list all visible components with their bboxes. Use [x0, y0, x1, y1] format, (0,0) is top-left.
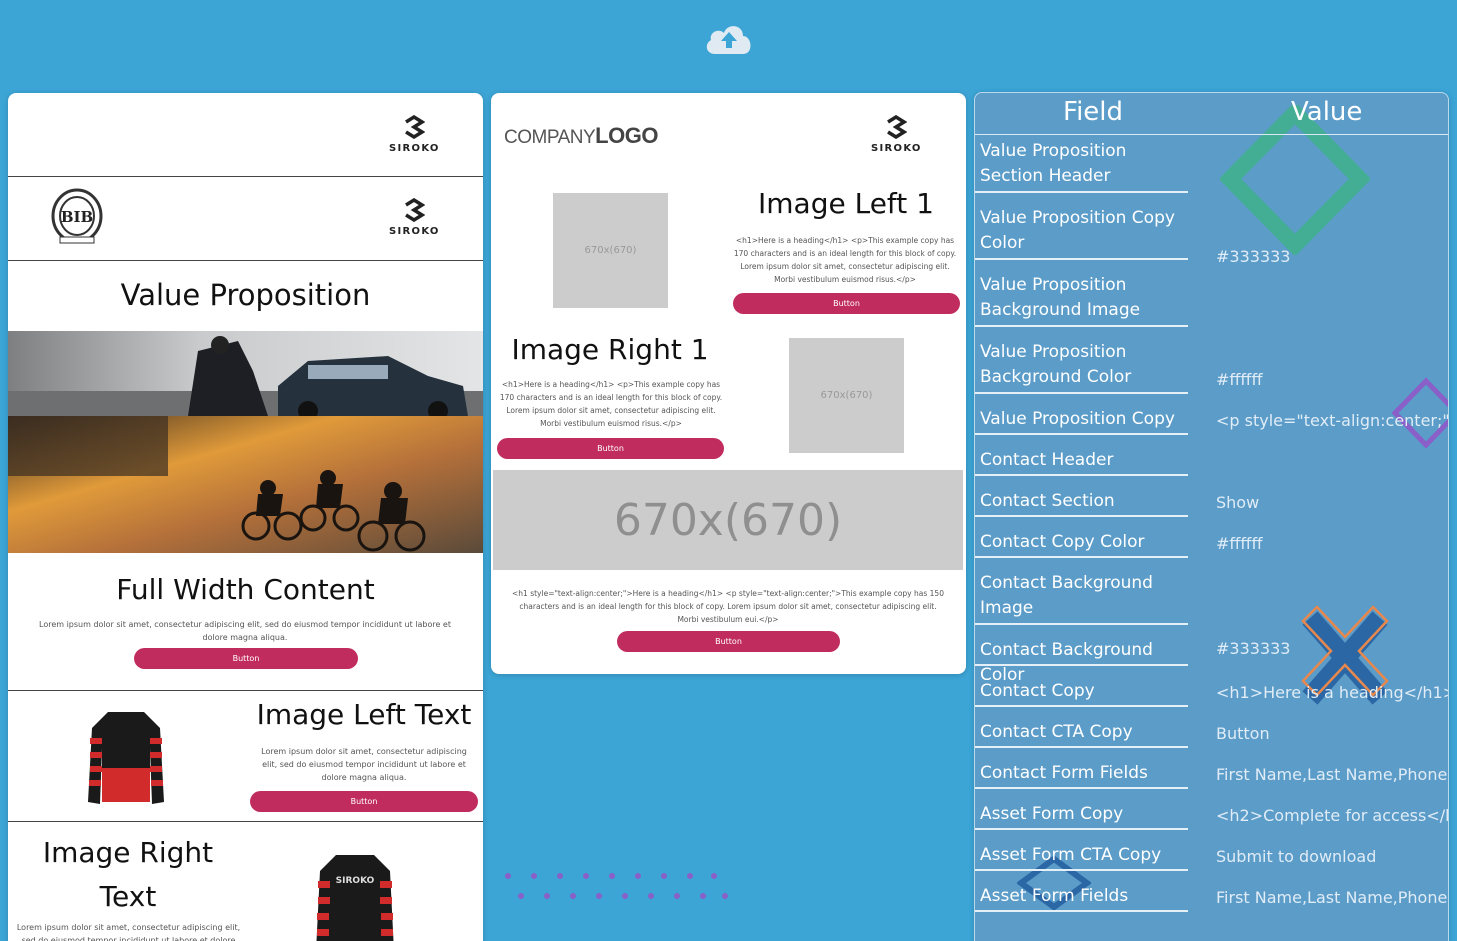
- table-row-value[interactable]: #333333: [1216, 247, 1448, 266]
- image-placeholder-wide: 670x(670): [493, 470, 963, 570]
- image-right-1-button[interactable]: Button: [497, 438, 724, 459]
- field-column-header: Field: [1063, 97, 1124, 127]
- company-logo-bold: LOGO: [595, 123, 658, 148]
- cyclist-car-photo: [8, 331, 483, 416]
- value-proposition-heading: Value Proposition: [120, 278, 371, 312]
- row-divider: [975, 556, 1188, 558]
- crest-logo-icon: BIB: [51, 188, 103, 244]
- full-width-copy: Lorem ipsum dolor sit amet, consectetur …: [39, 620, 451, 642]
- table-row-value[interactable]: Button: [1216, 724, 1448, 743]
- row-divider: [975, 258, 1188, 260]
- email-preview-left: SIROKO BIB SIROKO Value Proposition Full…: [8, 93, 483, 941]
- siroko-s-icon: [887, 115, 907, 139]
- table-row-field: Contact CTA Copy: [980, 722, 1133, 742]
- siroko-logo: SIROKO: [389, 115, 439, 154]
- decorative-dots: [505, 873, 728, 899]
- peloton-sunset-photo: [8, 416, 483, 553]
- full-width-heading: Full Width Content: [116, 573, 375, 606]
- image-right-1-heading: Image Right 1: [511, 333, 709, 366]
- row-divider: [975, 787, 1188, 789]
- table-row-field: Value Proposition Background Image: [980, 275, 1141, 320]
- table-row-field: Value Proposition Copy Color: [980, 208, 1175, 253]
- row-divider: [975, 746, 1188, 748]
- table-row-value[interactable]: First Name,Last Name,Phone: [1216, 888, 1448, 907]
- image-right-1-copy: <h1>Here is a heading</h1> <p>This examp…: [499, 380, 723, 428]
- image-placeholder-1: 670x(670): [553, 193, 668, 308]
- image-right-text-heading: Image Right Text: [8, 831, 248, 919]
- table-row-field: Value Proposition Copy: [980, 409, 1175, 429]
- table-row-field: Value Proposition Background Color: [980, 342, 1132, 387]
- image-left-1-copy: <h1>Here is a heading</h1> <p>This examp…: [733, 236, 957, 284]
- image-right-text-copy: Lorem ipsum dolor sit amet, consectetur …: [16, 923, 241, 941]
- image-placeholder-2: 670x(670): [789, 338, 904, 453]
- cloud-upload-icon[interactable]: [703, 20, 755, 58]
- company-logo: COMPANYLOGO: [504, 123, 658, 149]
- row-divider: [975, 623, 1188, 625]
- row-divider: [975, 325, 1188, 327]
- jersey-siroko-image: SIROKO: [316, 855, 394, 941]
- row-divider: [975, 191, 1188, 193]
- heading-line-2: Text: [99, 880, 157, 913]
- siroko-logo-mid: SIROKO: [871, 115, 921, 154]
- table-row-value[interactable]: #333333: [1216, 639, 1448, 658]
- table-row-field: Asset Form Fields: [980, 886, 1129, 906]
- table-row-value[interactable]: <h1>Here is a heading</h1><p: [1216, 683, 1448, 702]
- row-divider: [975, 392, 1188, 394]
- table-row-field: Contact Copy: [980, 681, 1095, 701]
- siroko-s-icon: [405, 115, 425, 139]
- table-row-field: Contact Copy Color: [980, 532, 1145, 552]
- image-left-text-copy: Lorem ipsum dolor sit amet, consectetur …: [261, 747, 467, 782]
- row-divider: [975, 515, 1188, 517]
- table-row-value[interactable]: <h2>Complete for access</h: [1216, 806, 1448, 825]
- full-width-mid-button[interactable]: Button: [617, 631, 840, 652]
- table-row-value[interactable]: First Name,Last Name,Phone: [1216, 765, 1448, 784]
- table-row-field: Asset Form CTA Copy: [980, 845, 1162, 865]
- table-row-value[interactable]: #ffffff: [1216, 370, 1448, 389]
- svg-text:BIB: BIB: [61, 208, 93, 226]
- svg-text:SIROKO: SIROKO: [336, 876, 375, 886]
- email-preview-middle: COMPANYLOGO SIROKO 670x(670) Image Left …: [491, 93, 966, 674]
- row-divider: [975, 910, 1188, 912]
- siroko-logo-2: SIROKO: [389, 198, 439, 237]
- table-row-value[interactable]: #ffffff: [1216, 534, 1448, 553]
- value-column-header: Value: [1291, 97, 1363, 127]
- siroko-s-icon: [405, 198, 425, 222]
- row-divider: [975, 828, 1188, 830]
- table-row-value[interactable]: Show: [1216, 493, 1448, 512]
- table-row-field: Contact Header: [980, 450, 1114, 470]
- company-logo-text: COMPANY: [504, 127, 596, 148]
- row-divider: [975, 705, 1188, 707]
- decorative-diamond-green: [1220, 105, 1370, 255]
- full-width-html-copy: <h1 style="text-align:center;">Here is a…: [512, 589, 944, 624]
- table-row-value[interactable]: <p style="text-align:center;">: [1216, 411, 1448, 430]
- row-divider: [975, 869, 1188, 871]
- table-row-field: Value Proposition Section Header: [980, 141, 1127, 186]
- table-row-field: Asset Form Copy: [980, 804, 1124, 824]
- row-divider: [975, 433, 1188, 435]
- heading-line-1: Image Right: [42, 836, 214, 869]
- table-row-field: Contact Form Fields: [980, 763, 1148, 783]
- jersey-red-black-image: [88, 712, 164, 804]
- full-width-button[interactable]: Button: [134, 648, 358, 669]
- table-row-value[interactable]: Submit to download: [1216, 847, 1448, 866]
- table-row-field: Contact Background Image: [980, 573, 1153, 618]
- image-left-1-heading: Image Left 1: [758, 187, 934, 220]
- table-row-field: Contact Section: [980, 491, 1115, 511]
- image-left-button[interactable]: Button: [250, 791, 478, 812]
- image-left-1-button[interactable]: Button: [733, 293, 960, 314]
- image-left-text-heading: Image Left Text: [256, 698, 472, 731]
- row-divider: [975, 664, 1188, 666]
- field-value-table: Field Value Value Proposition Section He…: [974, 92, 1449, 941]
- row-divider: [975, 474, 1188, 476]
